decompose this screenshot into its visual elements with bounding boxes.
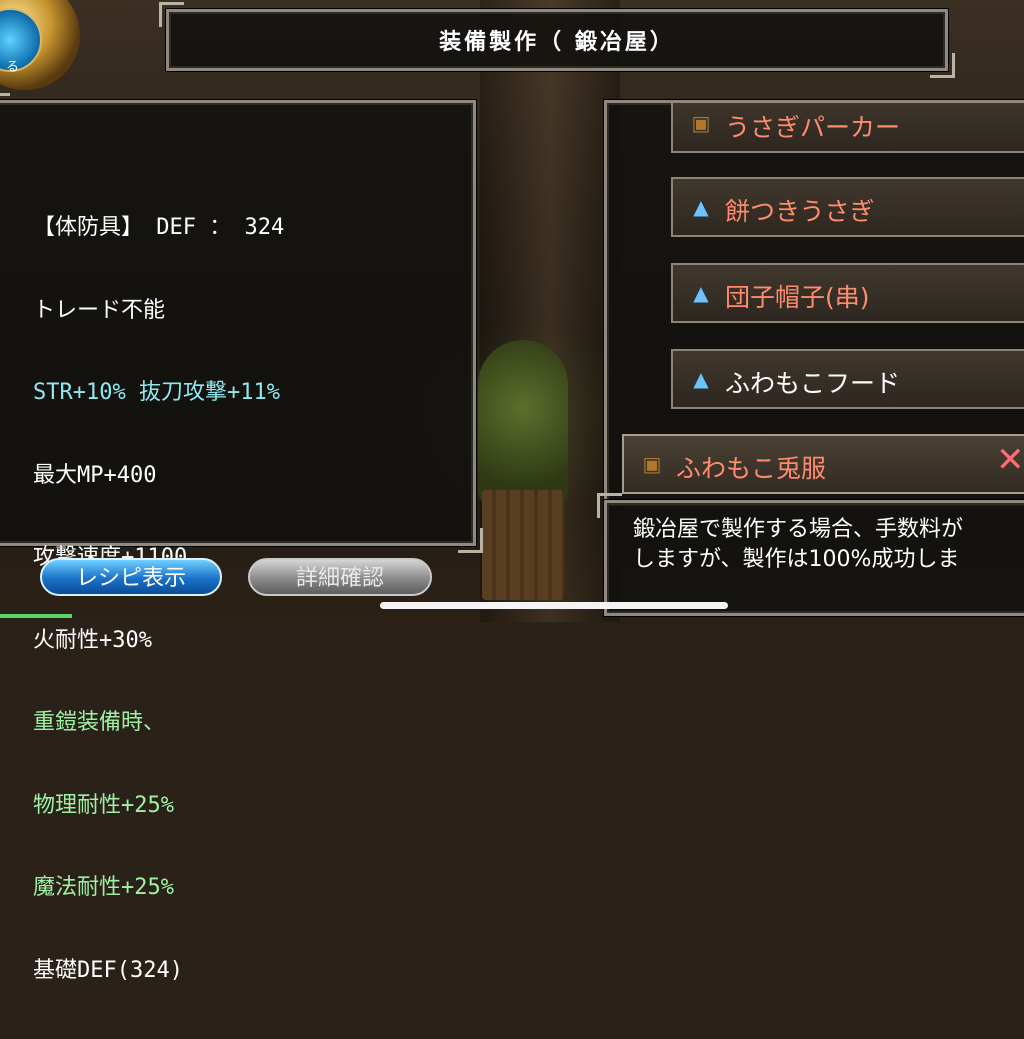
- stat-line-mp: 最大MP+400: [33, 462, 157, 488]
- progress-strip: [0, 614, 72, 618]
- stat-line-trade: トレード不能: [33, 297, 166, 323]
- equipment-stats-panel: 【体防具】 DEF ： 324 トレード不能 STR+10% 抜刀攻撃+11% …: [0, 93, 483, 983]
- hat-icon: ▲: [693, 195, 709, 219]
- stat-line-basedef: 基礎DEF(324): [33, 957, 183, 983]
- plant-barrel: [482, 490, 564, 600]
- stat-line-magic: 魔法耐性+25%: [33, 875, 174, 900]
- recipe-item-label: ふわもこ兎服: [676, 454, 827, 483]
- recipe-item[interactable]: ▲ 団子帽子(串): [671, 263, 1024, 323]
- show-recipe-button[interactable]: レシピ表示: [40, 558, 222, 596]
- recipe-item-label: 団子帽子(串): [725, 283, 870, 312]
- menu-orb-label: る: [6, 60, 20, 75]
- hat-icon: ▲: [693, 367, 709, 391]
- stat-line-fire: 火耐性+30%: [33, 627, 152, 653]
- recipe-item[interactable]: ▲ ふわもこフード: [671, 349, 1024, 409]
- detail-check-button[interactable]: 詳細確認: [248, 558, 432, 596]
- recipe-item[interactable]: ▣ うさぎパーカー: [671, 103, 1024, 153]
- stat-line-phys: 物理耐性+25%: [33, 792, 174, 818]
- title-bar: 装備製作（ 鍛冶屋）: [159, 2, 955, 78]
- page-title: 装備製作（ 鍛冶屋）: [439, 30, 675, 55]
- armor-icon: ▣: [691, 111, 711, 135]
- recipe-item[interactable]: ▲ 餅つきうさぎ: [671, 177, 1024, 237]
- stat-line-heavy: 重鎧装備時、: [33, 710, 166, 735]
- recipe-item-label: 餅つきうさぎ: [725, 197, 875, 226]
- potted-plant: [478, 340, 568, 510]
- stat-line-str: STR+10% 抜刀攻撃+11%: [33, 380, 280, 405]
- armor-icon: ▣: [642, 452, 662, 476]
- recipe-item-selected[interactable]: ▣ ふわもこ兎服 ✕: [622, 434, 1024, 494]
- message-panel: 鍛冶屋で製作する場合、手数料が しますが、製作は100%成功しま: [597, 493, 1024, 616]
- recipe-item-label: ふわもこフード: [725, 369, 901, 398]
- message-line-1: 鍛冶屋で製作する場合、手数料が: [633, 517, 964, 542]
- home-indicator[interactable]: [380, 602, 728, 609]
- stats-text: 【体防具】 DEF ： 324 トレード不能 STR+10% 抜刀攻撃+11% …: [33, 159, 284, 1039]
- recipe-item-label: うさぎパーカー: [725, 113, 901, 142]
- message-text: 鍛冶屋で製作する場合、手数料が しますが、製作は100%成功しま: [633, 515, 963, 575]
- message-line-2: しますが、製作は100%成功しま: [633, 547, 960, 572]
- close-icon[interactable]: ✕: [996, 440, 1024, 480]
- stat-line-type: 【体防具】 DEF ： 324: [33, 215, 285, 240]
- hat-icon: ▲: [693, 281, 709, 305]
